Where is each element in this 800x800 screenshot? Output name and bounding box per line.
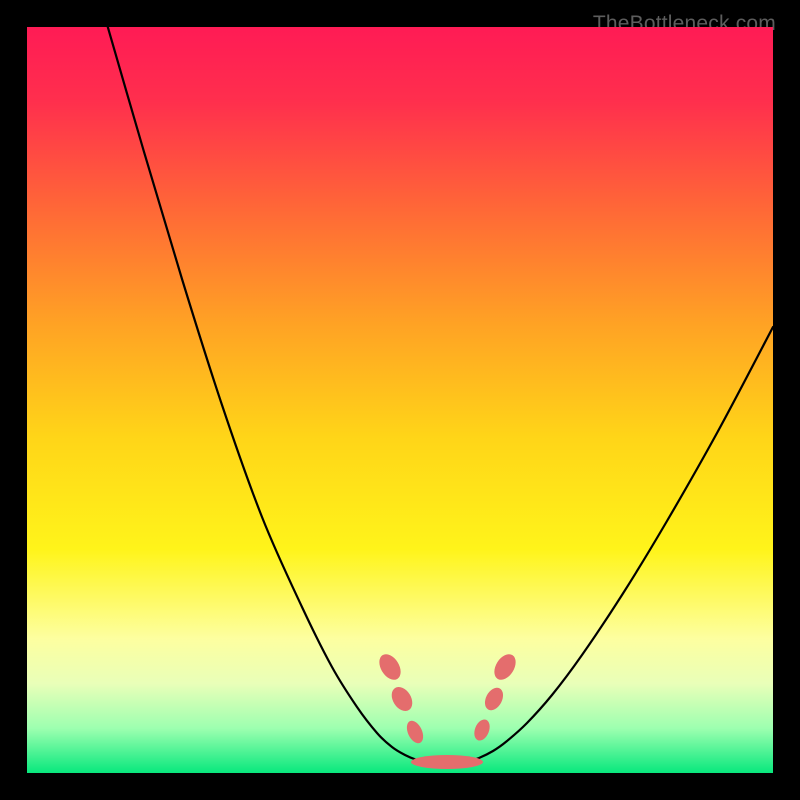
marker-bottom-bar	[411, 755, 483, 769]
series-right-curve	[467, 327, 773, 762]
marker-left-upper	[375, 650, 405, 683]
marker-right-upper	[490, 650, 520, 683]
series-left-curve	[102, 27, 427, 762]
chart-overlay	[27, 27, 773, 773]
marker-right-lower	[481, 685, 506, 714]
chart-frame: TheBottleneck.com	[10, 10, 790, 790]
marker-left-tail	[404, 718, 427, 746]
chart-lines	[102, 27, 773, 764]
plot-area	[27, 27, 773, 773]
marker-right-tail	[471, 717, 492, 743]
marker-left-lower	[387, 683, 416, 715]
